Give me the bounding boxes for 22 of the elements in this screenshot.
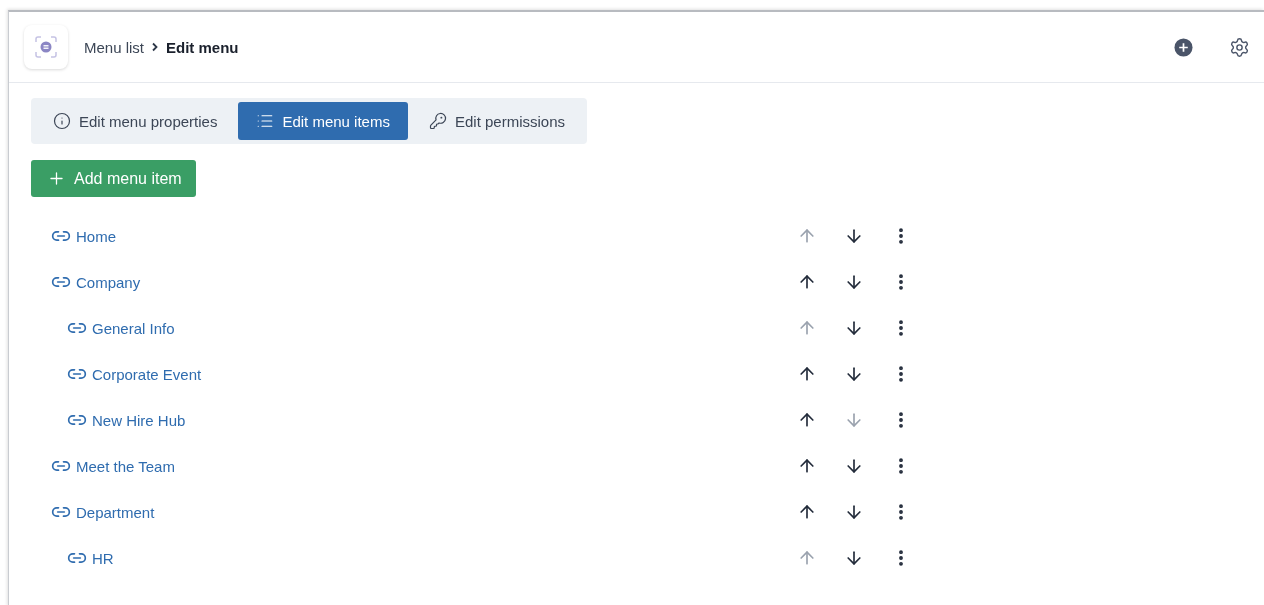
tab[interactable]: Edit menu properties — [35, 102, 236, 140]
info-icon — [53, 112, 71, 130]
menu-item-link[interactable]: HR — [67, 548, 770, 568]
menu-item-link[interactable]: Department — [51, 502, 770, 522]
breadcrumb-link[interactable]: Menu list — [84, 38, 145, 56]
menu-logo-icon — [34, 35, 58, 59]
add-menu-item-button[interactable]: Add menu item — [31, 160, 196, 197]
settings-icon[interactable] — [1229, 36, 1250, 58]
tab[interactable]: Edit permissions — [410, 102, 583, 140]
app-logo[interactable] — [24, 25, 68, 69]
tab[interactable]: Edit menu items — [238, 102, 408, 140]
menu-item-link[interactable]: Company — [51, 272, 770, 292]
menu-item-link[interactable]: Home — [51, 226, 770, 246]
menu-item-link[interactable]: Corporate Event — [67, 364, 770, 384]
plus-icon — [47, 169, 66, 188]
breadcrumb-current: Edit menu — [166, 38, 239, 56]
add-icon[interactable] — [1174, 37, 1193, 57]
list-icon — [256, 112, 275, 130]
key-icon — [428, 112, 447, 130]
menu-item-link[interactable]: General Info — [67, 318, 770, 338]
menu-item-link[interactable]: Meet the Team — [51, 456, 770, 476]
menu-item-link[interactable]: New Hire Hub — [67, 410, 770, 430]
